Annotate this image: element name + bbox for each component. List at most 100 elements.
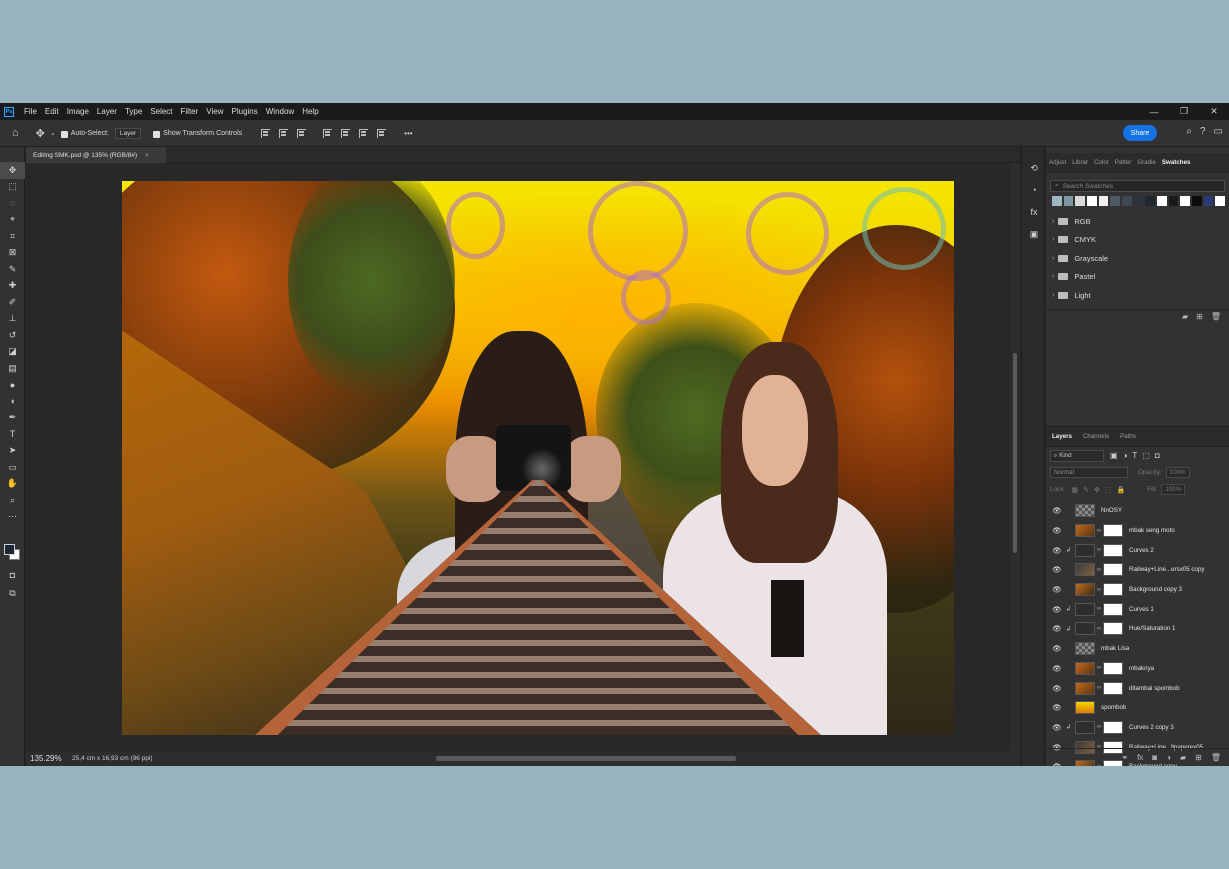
align-bottom-icon[interactable] <box>356 127 370 139</box>
menu-view[interactable]: View <box>202 107 227 116</box>
layer-row[interactable]: 👁 spombob <box>1046 698 1229 718</box>
object-selection-tool-icon[interactable]: ⌖ <box>0 212 25 229</box>
align-left-icon[interactable] <box>258 127 272 139</box>
gradient-tool-icon[interactable]: ▤ <box>0 360 25 377</box>
zoom-tool-icon[interactable]: ⌕ <box>0 492 25 509</box>
move-tool-icon[interactable]: ✥ <box>36 127 45 140</box>
layer-mask-thumbnail[interactable] <box>1103 524 1123 538</box>
tab-gradients[interactable]: Gradie <box>1134 159 1159 166</box>
show-transform-controls-checkbox[interactable]: Show Transform Controls <box>153 130 242 138</box>
layer-style-icon[interactable]: fx <box>1137 753 1143 762</box>
vertical-scroll-thumb[interactable] <box>1013 353 1017 553</box>
eye-visibility-icon[interactable]: 👁 <box>1050 703 1064 712</box>
history-panel-icon[interactable]: ⟲ <box>1022 157 1046 179</box>
menu-window[interactable]: Window <box>262 107 298 116</box>
frame-tool-icon[interactable]: ⊠ <box>0 245 25 262</box>
eye-visibility-icon[interactable]: 👁 <box>1050 664 1064 673</box>
eye-visibility-icon[interactable]: 👁 <box>1050 684 1064 693</box>
layer-name[interactable]: mbak Lisa <box>1101 645 1129 652</box>
horizontal-scroll-thumb[interactable] <box>436 756 736 761</box>
swatch-folder-grayscale[interactable]: › Grayscale <box>1046 249 1229 268</box>
lock-transparency-icon[interactable]: ▦ <box>1072 486 1079 494</box>
vertical-scrollbar[interactable] <box>1010 163 1020 751</box>
layer-name[interactable]: Curves 2 copy 3 <box>1129 724 1174 731</box>
lock-all-icon[interactable]: 🔒 <box>1117 486 1126 494</box>
more-options-button[interactable]: ••• <box>404 129 412 138</box>
menu-image[interactable]: Image <box>63 107 93 116</box>
minimize-button[interactable]: — <box>1139 103 1169 120</box>
layer-name[interactable]: spombob <box>1101 704 1126 711</box>
tool-preset-chevron-icon[interactable]: ⌄ <box>50 129 56 137</box>
color-swatch[interactable] <box>1180 196 1191 206</box>
search-swatches-input[interactable]: ⌕ Search Swatches <box>1050 180 1225 192</box>
layer-name[interactable]: mbak seng moto <box>1129 527 1175 534</box>
delete-layer-icon[interactable]: 🗑 <box>1211 753 1221 762</box>
layer-name[interactable]: Curves 2 <box>1129 547 1154 554</box>
eye-visibility-icon[interactable]: 👁 <box>1050 585 1064 594</box>
color-swatch[interactable] <box>1157 196 1167 206</box>
blur-tool-icon[interactable]: ● <box>0 377 25 394</box>
menu-layer[interactable]: Layer <box>93 107 121 116</box>
search-icon[interactable]: ⌕ <box>1186 126 1192 137</box>
menu-help[interactable]: Help <box>298 107 322 116</box>
swatch-folder-light[interactable]: › Light <box>1046 286 1229 305</box>
maximize-button[interactable]: ❐ <box>1169 103 1199 120</box>
align-center-icon[interactable] <box>276 127 290 139</box>
new-layer-icon[interactable]: ⊞ <box>1195 753 1202 762</box>
align-middle-icon[interactable] <box>338 127 352 139</box>
color-swatch[interactable] <box>1133 196 1144 206</box>
layer-row[interactable]: 👁 NnOSY <box>1046 501 1229 521</box>
dodge-tool-icon[interactable]: ◖ <box>0 393 25 410</box>
chain-link-icon[interactable]: ∞ <box>1095 547 1103 553</box>
layer-mask-thumbnail[interactable] <box>1103 583 1123 597</box>
layer-mask-thumbnail[interactable] <box>1103 543 1123 557</box>
healing-brush-tool-icon[interactable]: ✚ <box>0 278 25 295</box>
clone-stamp-tool-icon[interactable]: ⊥ <box>0 311 25 328</box>
lock-position-icon[interactable]: ✥ <box>1094 486 1100 494</box>
path-selection-tool-icon[interactable]: ➤ <box>0 443 25 460</box>
new-group-icon[interactable]: ▰ <box>1180 753 1186 762</box>
layer-row[interactable]: 👁 ∞ mbak seng moto <box>1046 521 1229 541</box>
color-swatch[interactable] <box>1168 196 1179 206</box>
lock-pixels-icon[interactable]: ✎ <box>1083 486 1089 494</box>
close-window-button[interactable]: ✕ <box>1199 103 1229 120</box>
color-swatch[interactable] <box>1063 196 1074 206</box>
color-swatch[interactable] <box>1110 196 1121 206</box>
new-group-icon[interactable]: ▰ <box>1182 312 1188 321</box>
chain-link-icon[interactable]: ∞ <box>1095 606 1103 612</box>
swatch-folder-pastel[interactable]: › Pastel <box>1046 268 1229 287</box>
menu-select[interactable]: Select <box>146 107 176 116</box>
delete-swatch-icon[interactable]: 🗑 <box>1211 312 1221 321</box>
history-brush-tool-icon[interactable]: ↺ <box>0 327 25 344</box>
distribute-icon[interactable] <box>374 127 388 139</box>
menu-file[interactable]: File <box>20 107 41 116</box>
eye-visibility-icon[interactable]: 👁 <box>1050 624 1064 633</box>
new-swatch-icon[interactable]: ⊞ <box>1196 312 1203 321</box>
chain-link-icon[interactable]: ∞ <box>1095 528 1103 534</box>
pixel-filter-icon[interactable]: ▣ <box>1110 451 1118 460</box>
color-swatch[interactable] <box>1075 196 1086 206</box>
eye-visibility-icon[interactable]: 👁 <box>1050 546 1064 555</box>
layer-row[interactable]: 👁 ↲ ∞ Curves 2 copy 3 <box>1046 718 1229 738</box>
color-swatch[interactable] <box>1087 196 1097 206</box>
eyedropper-tool-icon[interactable]: ✎ <box>0 261 25 278</box>
libraries-panel-icon[interactable]: ▣ <box>1022 223 1046 245</box>
eye-visibility-icon[interactable]: 👁 <box>1050 644 1064 653</box>
share-button[interactable]: Share <box>1123 125 1157 141</box>
tab-color[interactable]: Color <box>1091 159 1112 166</box>
layer-mask-thumbnail[interactable] <box>1103 602 1123 616</box>
eye-visibility-icon[interactable]: 👁 <box>1050 506 1064 515</box>
brush-tool-icon[interactable]: ✐ <box>0 294 25 311</box>
tab-adjustments[interactable]: Adjust <box>1046 159 1069 166</box>
layer-name[interactable]: Background copy 3 <box>1129 586 1182 593</box>
layer-row[interactable]: 👁 ∞ Railway+Line...ersx05 copy <box>1046 560 1229 580</box>
type-tool-icon[interactable]: T <box>0 426 25 443</box>
color-swatch[interactable] <box>1192 196 1202 206</box>
pen-tool-icon[interactable]: ✒ <box>0 410 25 427</box>
tab-libraries[interactable]: Librar <box>1069 159 1091 166</box>
layer-row[interactable]: 👁 ∞ Background copy 3 <box>1046 580 1229 600</box>
swatch-folder-cmyk[interactable]: › CMYK <box>1046 231 1229 250</box>
eye-visibility-icon[interactable]: 👁 <box>1050 565 1064 574</box>
comments-panel-icon[interactable]: ◔ <box>1022 179 1046 201</box>
tab-swatches[interactable]: Swatches <box>1159 159 1194 166</box>
